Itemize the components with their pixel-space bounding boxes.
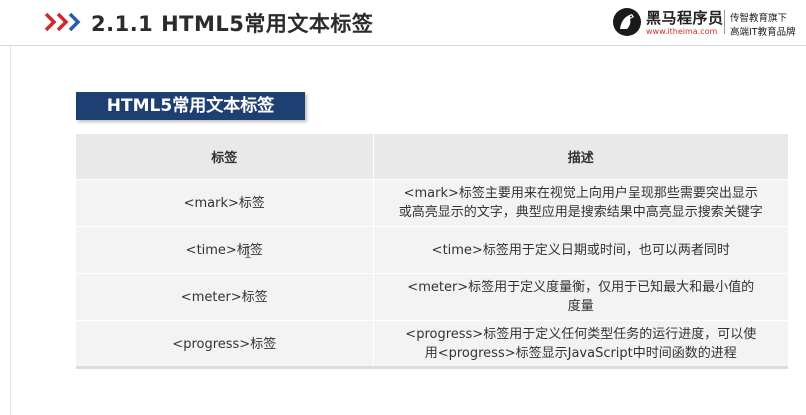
text-tags-table: 标签 描述 <mark>标签 <mark>标签主要用来在视觉上向用户呈现那些需要… bbox=[76, 134, 788, 368]
tag-cell: <time>标签 bbox=[76, 226, 373, 274]
chevron-right-icon bbox=[44, 12, 81, 32]
description-line: 度量 bbox=[567, 299, 594, 314]
description-line: <mark>标签主要用来在视觉上向用户呈现那些需要突出显示 bbox=[403, 186, 758, 201]
description-line: <meter>标签用于定义度量衡，仅用于已知最大和最小值的 bbox=[407, 280, 755, 295]
description-line: 用<progress>标签显示JavaScript中时间函数的进程 bbox=[424, 346, 737, 361]
table-row: <meter>标签 <meter>标签用于定义度量衡，仅用于已知最大和最小值的 … bbox=[76, 273, 788, 321]
logo-tagline-2: 高端IT教育品牌 bbox=[730, 27, 796, 38]
section-title: 2.1.1 HTML5常用文本标签 bbox=[91, 12, 374, 36]
logo-url: www.itheima.com bbox=[646, 27, 718, 36]
column-header-description: 描述 bbox=[372, 134, 788, 180]
table-header-row: 标签 描述 bbox=[76, 134, 788, 180]
table-row: <progress>标签 <progress>标签用于定义任何类型任务的运行进度… bbox=[76, 320, 788, 368]
left-margin-line bbox=[10, 46, 11, 415]
tag-cell: <meter>标签 bbox=[76, 273, 373, 321]
description-line: <time>标签用于定义日期或时间，也可以两者同时 bbox=[431, 242, 730, 258]
tag-cell: <progress>标签 bbox=[76, 320, 373, 368]
tag-cell: <mark>标签 bbox=[76, 179, 373, 227]
logo-name: 黑马程序员 bbox=[646, 9, 724, 27]
description-cell: <mark>标签主要用来在视觉上向用户呈现那些需要突出显示 或高亮显示的文字，典… bbox=[372, 179, 788, 227]
description-cell: <meter>标签用于定义度量衡，仅用于已知最大和最小值的 度量 bbox=[372, 273, 788, 321]
column-header-tag: 标签 bbox=[76, 134, 373, 180]
horse-logo-icon bbox=[613, 8, 641, 36]
table-bottom-edge bbox=[76, 366, 788, 369]
description-line: <progress>标签用于定义任何类型任务的运行进度，可以使 bbox=[405, 327, 757, 342]
section-badge-label: HTML5常用文本标签 bbox=[106, 96, 275, 116]
slide-header: 2.1.1 HTML5常用文本标签 黑马程序员 www.itheima.com … bbox=[0, 0, 806, 46]
table-row: <time>标签 <time>标签用于定义日期或时间，也可以两者同时 bbox=[76, 226, 788, 274]
section-badge: HTML5常用文本标签 bbox=[76, 92, 305, 120]
logo-tagline-1: 传智教育旗下 bbox=[730, 13, 788, 24]
text-cursor-icon bbox=[245, 246, 251, 258]
table-row: <mark>标签 <mark>标签主要用来在视觉上向用户呈现那些需要突出显示 或… bbox=[76, 179, 788, 227]
logo-divider bbox=[724, 10, 725, 34]
brand-logo: 黑马程序员 www.itheima.com 传智教育旗下 高端IT教育品牌 bbox=[612, 6, 800, 40]
description-cell: <time>标签用于定义日期或时间，也可以两者同时 bbox=[372, 226, 788, 274]
description-line: 或高亮显示的文字，典型应用是搜索结果中高亮显示搜索关键字 bbox=[398, 205, 763, 220]
description-cell: <progress>标签用于定义任何类型任务的运行进度，可以使 用<progre… bbox=[372, 320, 788, 368]
